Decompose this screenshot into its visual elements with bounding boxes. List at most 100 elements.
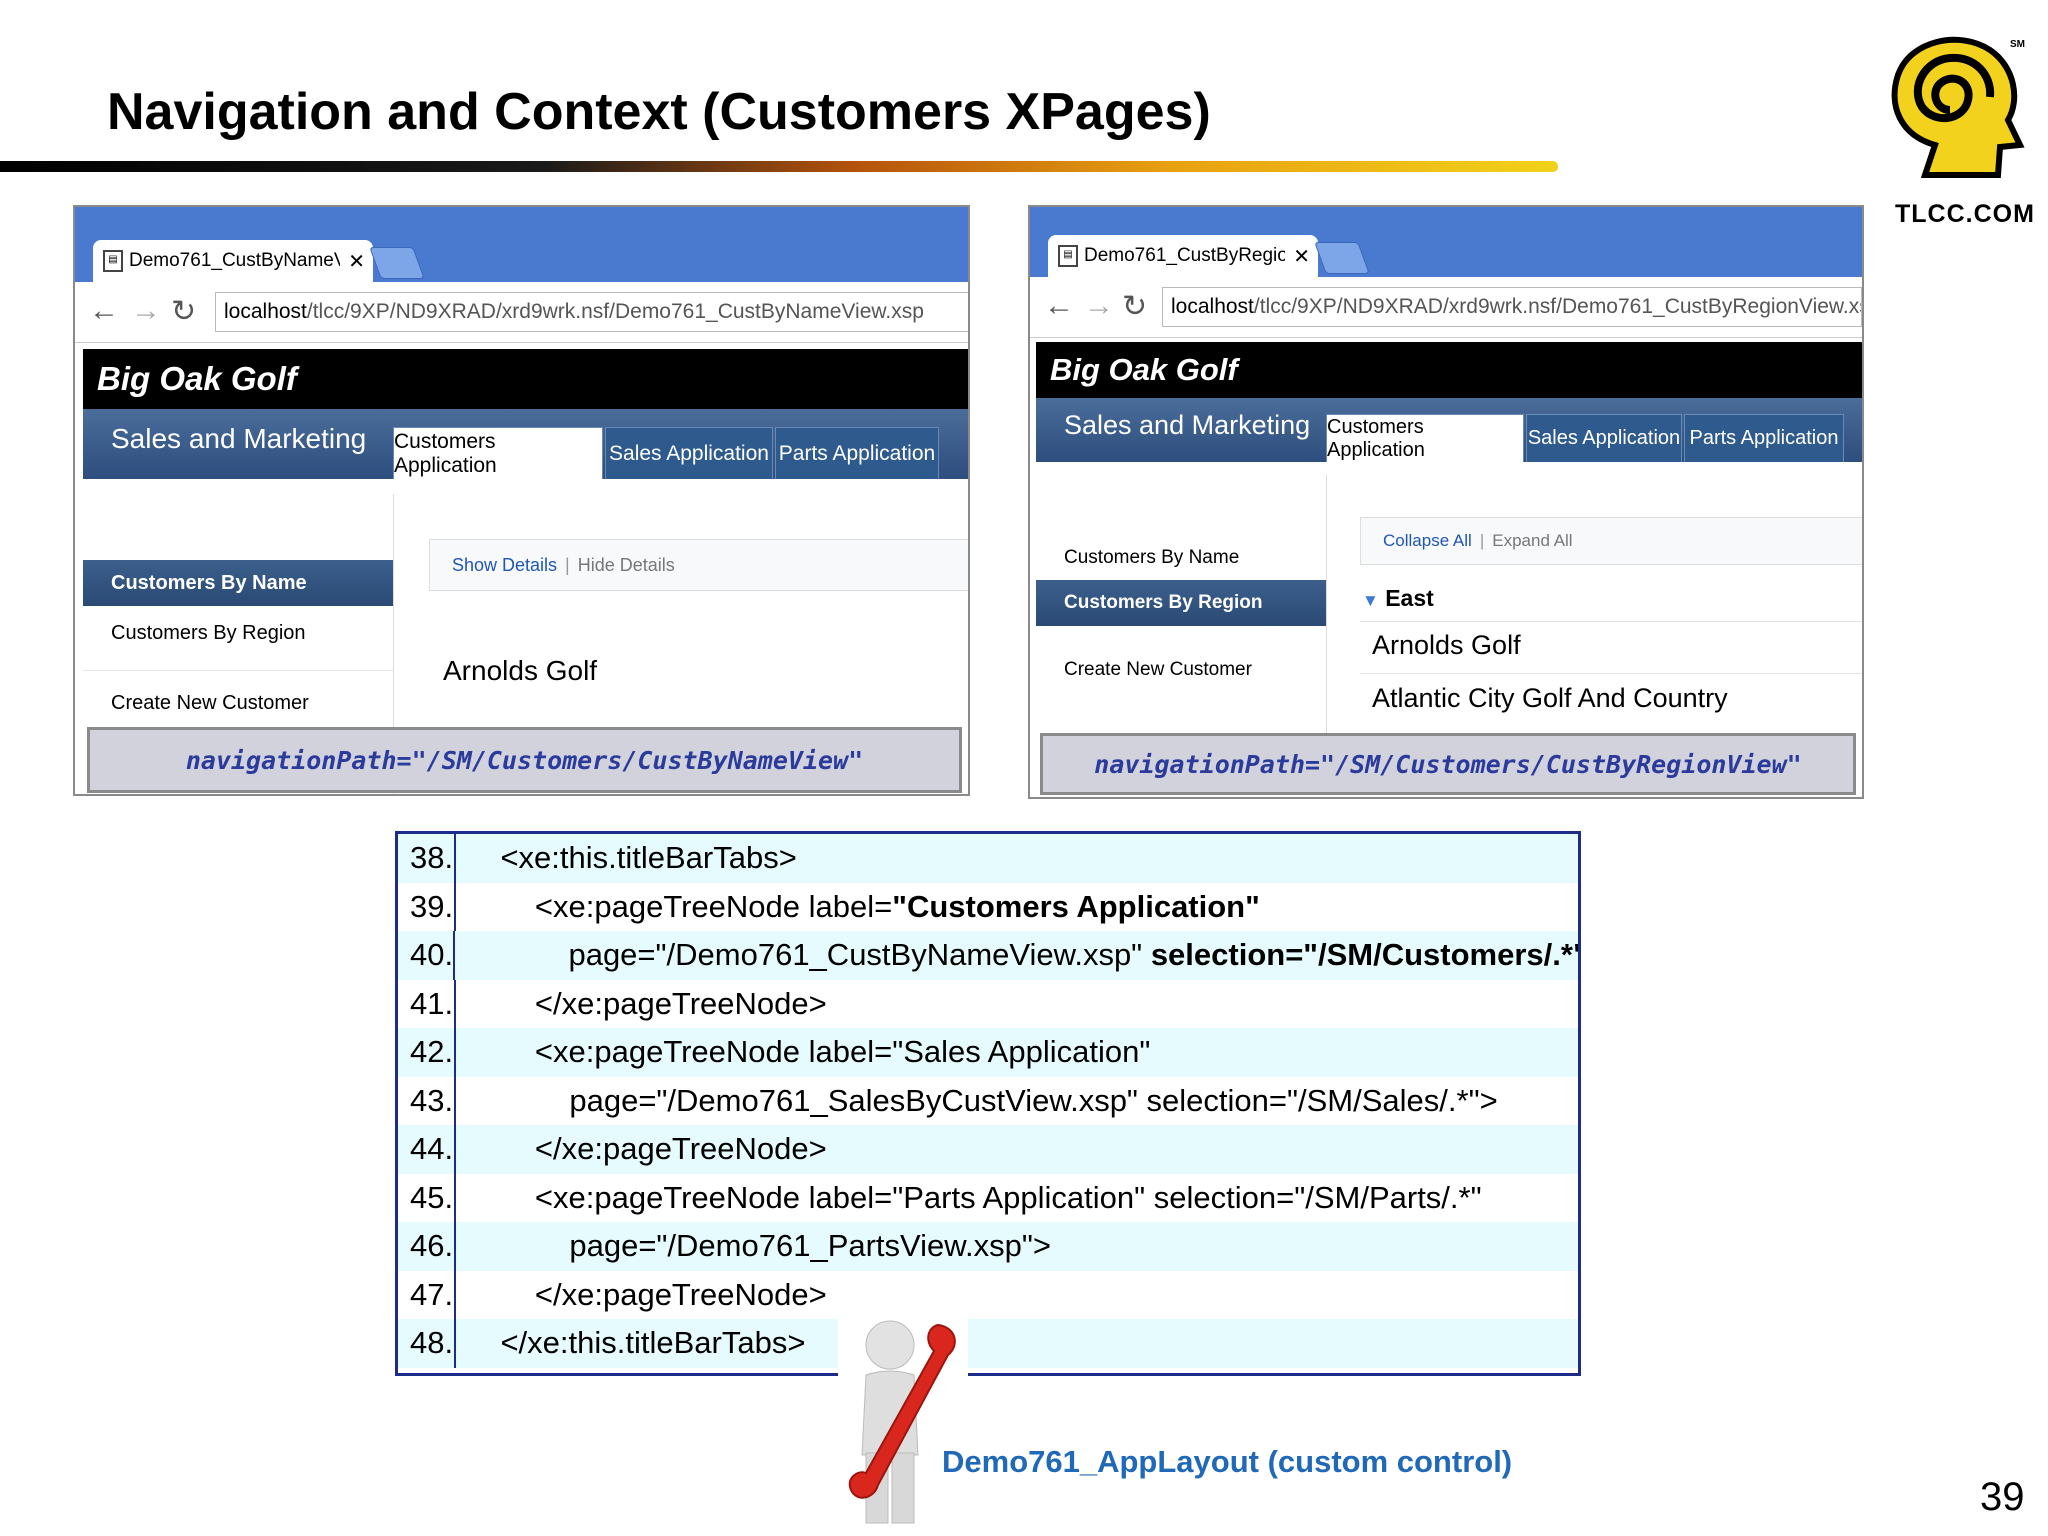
list-item[interactable]: Arnolds Golf [1372, 630, 1521, 661]
code-text: <xe:this.titleBarTabs> [466, 840, 797, 876]
code-line: 41. </xe:pageTreeNode> [398, 979, 1578, 1028]
code-text: <xe:pageTreeNode label="Customers Applic… [456, 889, 1260, 925]
browser-screenshot-cust-by-name: ▤ Demo761_CustByNameView ✕ ← → ↻ localho… [73, 205, 970, 796]
action-separator: | [565, 554, 570, 575]
tab-title: Demo761_CustByNameView [129, 250, 340, 271]
code-line: 44. </xe:pageTreeNode> [398, 1125, 1578, 1174]
title-divider [0, 161, 1558, 172]
reload-icon[interactable]: ↻ [1122, 289, 1147, 324]
tab-parts-application[interactable]: Parts Application [775, 427, 939, 479]
navigation-path-callout: navigationPath="/SM/Customers/CustByName… [87, 727, 962, 793]
url-host: localhost [224, 300, 307, 323]
back-icon[interactable]: ← [1044, 289, 1074, 323]
menu-item-customers-by-name[interactable]: Customers By Name [1036, 535, 1326, 581]
address-bar: ← → ↻ localhost/tlcc/9XP/ND9XRAD/xrd9wrk… [75, 282, 968, 343]
code-highlight: "Customers Application" [892, 888, 1260, 924]
line-number: 45. [398, 1173, 456, 1222]
row-divider [1360, 673, 1862, 674]
collapse-all-link[interactable]: Collapse All [1383, 531, 1472, 551]
line-number: 39. [398, 882, 456, 931]
tree-action-bar: Collapse All | Expand All [1360, 517, 1862, 565]
line-number: 41. [398, 979, 456, 1028]
code-text: page="/Demo761_SalesByCustView.xsp" sele… [466, 1082, 1498, 1118]
address-bar: ← → ↻ localhost/tlcc/9XP/ND9XRAD/xrd9wrk… [1030, 277, 1862, 338]
navigation-path-callout: navigationPath="/SM/Customers/CustByRegi… [1040, 733, 1856, 795]
section-title: Sales and Marketing [1064, 410, 1311, 440]
code-line: 45. <xe:pageTreeNode label="Parts Applic… [398, 1173, 1578, 1222]
menu-item-create-new-customer[interactable]: Create New Customer [1036, 647, 1326, 693]
code-line: 38. <xe:this.titleBarTabs> [398, 834, 1578, 883]
forward-icon[interactable]: → [131, 294, 161, 328]
list-item[interactable]: Arnolds Golf [443, 655, 597, 687]
code-highlight: selection="/SM/Customers/.*" [1150, 937, 1581, 973]
category-row[interactable]: ▼ East [1362, 585, 1434, 612]
section-title: Sales and Marketing [111, 423, 367, 454]
logo-text: TLCC.COM [1895, 200, 2035, 228]
url-input[interactable]: localhost/tlcc/9XP/ND9XRAD/xrd9wrk.nsf/D… [1162, 287, 1862, 327]
chevron-down-icon: ▼ [1362, 591, 1379, 610]
tab-sales-application[interactable]: Sales Application [605, 427, 773, 479]
menu-divider [83, 670, 393, 671]
forward-icon[interactable]: → [1084, 289, 1114, 323]
line-number: 38. [398, 834, 456, 883]
menu-item-customers-by-name[interactable]: Customers By Name [83, 560, 393, 606]
reload-icon[interactable]: ↻ [171, 294, 196, 329]
menu-item-customers-by-region[interactable]: Customers By Region [1036, 580, 1326, 626]
line-number: 48. [398, 1319, 456, 1368]
menu-item-create-new-customer[interactable]: Create New Customer [83, 680, 393, 726]
wrench-figure-icon [838, 1315, 968, 1535]
action-separator: | [1479, 531, 1485, 550]
expand-all-link[interactable]: Expand All [1492, 531, 1572, 551]
line-number: 47. [398, 1270, 456, 1319]
code-text: </xe:this.titleBarTabs> [466, 1325, 806, 1361]
page-icon: ▤ [103, 250, 123, 272]
details-action-bar: Show Details | Hide Details [429, 539, 968, 591]
code-line: 46. page="/Demo761_PartsView.xsp"> [398, 1222, 1578, 1271]
tab-parts-application[interactable]: Parts Application [1684, 414, 1844, 462]
demo-caption: Demo761_AppLayout (custom control) [942, 1444, 1513, 1479]
code-line: 48. </xe:this.titleBarTabs> [398, 1319, 1578, 1368]
tab-customers-application[interactable]: Customers Application [1326, 414, 1524, 462]
close-icon[interactable]: ✕ [348, 249, 365, 274]
tab-title: Demo761_CustByRegionView [1084, 245, 1285, 266]
browser-tab[interactable]: ▤ Demo761_CustByNameView ✕ [93, 240, 373, 282]
code-text: page="/Demo761_PartsView.xsp"> [466, 1228, 1051, 1264]
tab-customers-application[interactable]: Customers Application [393, 427, 603, 479]
line-number: 42. [398, 1028, 456, 1077]
code-line: 47. </xe:pageTreeNode> [398, 1270, 1578, 1319]
close-icon[interactable]: ✕ [1293, 244, 1310, 269]
tab-sales-application[interactable]: Sales Application [1526, 414, 1682, 462]
show-details-link[interactable]: Show Details [452, 555, 557, 576]
app-nav-bar: Sales and Marketing Customers Applicatio… [1036, 398, 1862, 462]
back-icon[interactable]: ← [89, 294, 119, 328]
browser-tab[interactable]: ▤ Demo761_CustByRegionView ✕ [1048, 235, 1318, 277]
page-number: 39 [1980, 1475, 2025, 1519]
code-line: 40. page="/Demo761_CustByNameView.xsp" s… [398, 931, 1578, 980]
slide-title: Navigation and Context (Customers XPages… [107, 83, 1211, 141]
code-line: 39. <xe:pageTreeNode label="Customers Ap… [398, 882, 1578, 931]
browser-screenshot-cust-by-region: ▤ Demo761_CustByRegionView ✕ ← → ↻ local… [1028, 205, 1864, 799]
code-listing: 38. <xe:this.titleBarTabs> 39. <xe:pageT… [395, 831, 1581, 1376]
app-nav-bar: Sales and Marketing Customers Applicatio… [83, 409, 968, 479]
code-text: <xe:pageTreeNode label="Parts Applicatio… [466, 1179, 1482, 1215]
line-number: 44. [398, 1125, 456, 1174]
code-line: 42. <xe:pageTreeNode label="Sales Applic… [398, 1028, 1578, 1077]
hide-details-link[interactable]: Hide Details [578, 555, 675, 576]
app-banner: Big Oak Golf [83, 349, 968, 409]
list-item[interactable]: Atlantic City Golf And Country [1372, 683, 1728, 714]
page-icon: ▤ [1058, 245, 1078, 267]
menu-item-customers-by-region[interactable]: Customers By Region [83, 610, 393, 656]
row-divider [1360, 621, 1862, 622]
line-number: 46. [398, 1222, 456, 1271]
code-part: <xe:pageTreeNode label= [466, 888, 893, 924]
tlcc-logo-icon: SM [1891, 36, 2025, 178]
url-input[interactable]: localhost/tlcc/9XP/ND9XRAD/xrd9wrk.nsf/D… [215, 292, 968, 332]
code-text: </xe:pageTreeNode> [466, 985, 827, 1021]
code-text: <xe:pageTreeNode label="Sales Applicatio… [466, 1034, 1151, 1070]
app-banner: Big Oak Golf [1036, 342, 1862, 398]
code-text: page="/Demo761_CustByNameView.xsp" selec… [455, 937, 1581, 973]
code-text: </xe:pageTreeNode> [466, 1276, 827, 1312]
code-part: page="/Demo761_CustByNameView.xsp" [465, 937, 1151, 973]
line-number: 43. [398, 1076, 456, 1125]
code-text: </xe:pageTreeNode> [466, 1131, 827, 1167]
